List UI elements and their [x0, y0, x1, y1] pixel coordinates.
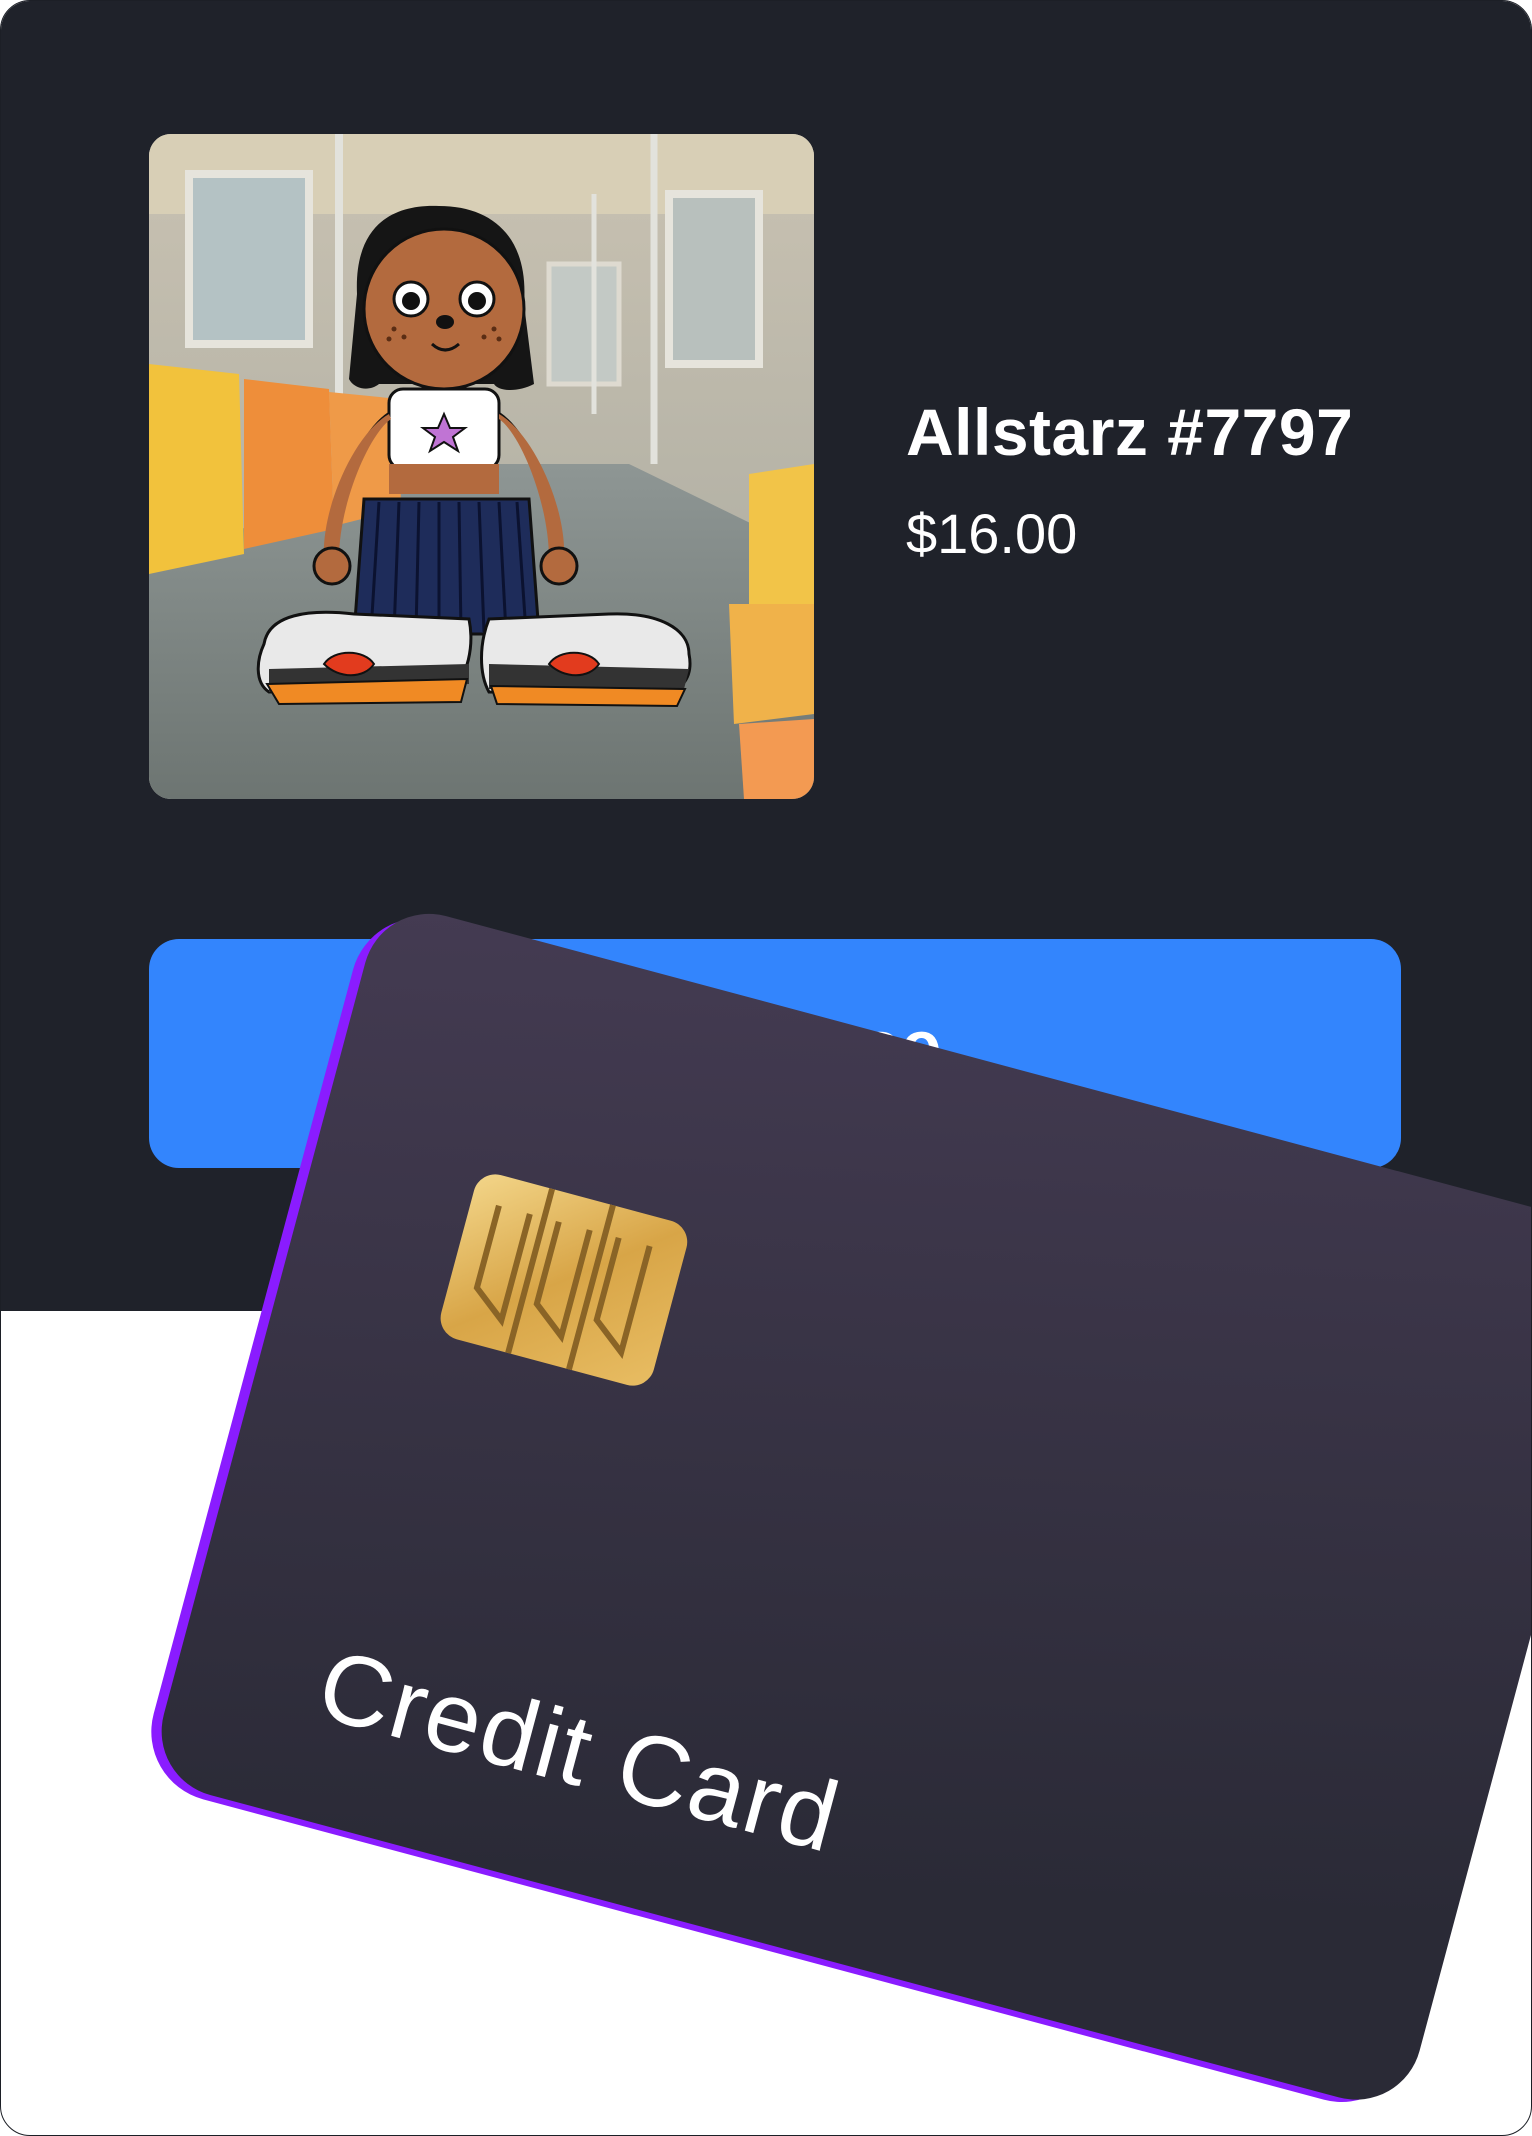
product-panel: Allstarz #7797 $16.00 Purchase [1, 1, 1531, 1311]
nft-image [149, 134, 814, 799]
product-title: Allstarz #7797 [906, 395, 1354, 469]
purchase-button[interactable]: Purchase [149, 939, 1401, 1168]
checkout-frame: Allstarz #7797 $16.00 Purchase Credit Ca… [0, 0, 1532, 2136]
card-label: Credit Card [307, 1628, 851, 1874]
product-price: $16.00 [906, 502, 1078, 565]
